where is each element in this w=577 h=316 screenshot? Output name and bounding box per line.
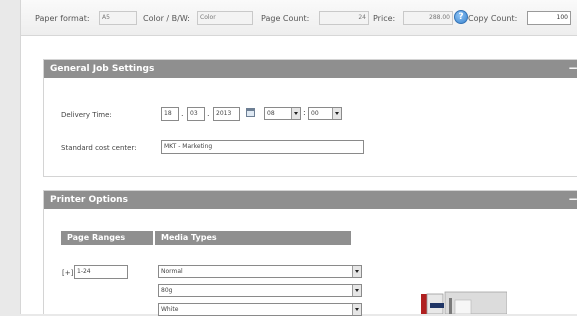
general-job-settings-panel: General Job Settings − Delivery Time: 18… [43, 59, 577, 177]
delivery-day-input[interactable]: 18 [161, 107, 179, 121]
page-range-input[interactable]: 1-24 [74, 265, 128, 279]
price-field: 288.00 [403, 11, 453, 25]
copy-count-input[interactable]: 100 [527, 11, 571, 25]
collapse-icon[interactable]: − [568, 60, 577, 78]
cost-center-label: Standard cost center: [61, 144, 137, 152]
chevron-down-icon [291, 108, 300, 119]
delivery-time-label: Delivery Time: [61, 111, 112, 119]
calendar-icon[interactable] [246, 108, 255, 117]
media-types-header: Media Types [155, 231, 351, 245]
delivery-minute-value: 00 [311, 110, 319, 117]
media-color-select[interactable]: White [158, 303, 362, 316]
price-label: Price: [373, 14, 396, 23]
color-bw-label: Color / B/W: [143, 14, 190, 23]
color-bw-field: Color [197, 11, 253, 25]
media-type-value: Normal [161, 268, 183, 275]
media-weight-value: 80g [161, 287, 173, 294]
expand-range-toggle[interactable]: [+] [62, 269, 73, 277]
panel-title: General Job Settings [50, 64, 155, 74]
paper-format-label: Paper format: [35, 14, 90, 23]
panel-title: Printer Options [50, 195, 128, 205]
page-ranges-header: Page Ranges [61, 231, 153, 245]
summary-toolbar: Paper format: A5 Color / B/W: Color Page… [21, 0, 577, 36]
delivery-month-input[interactable]: 03 [187, 107, 205, 121]
delivery-hour-value: 08 [267, 110, 275, 117]
media-weight-select[interactable]: 80g [158, 284, 362, 297]
delivery-year-input[interactable]: 2013 [213, 107, 240, 121]
delivery-minute-select[interactable]: 00 [308, 107, 342, 120]
help-icon[interactable]: ? [454, 10, 468, 24]
chevron-down-icon [352, 285, 361, 296]
page-count-label: Page Count: [261, 14, 310, 23]
panel-header[interactable]: General Job Settings − [44, 60, 577, 78]
panel-header[interactable]: Printer Options − [44, 191, 577, 209]
printer-icon [421, 291, 507, 314]
date-separator: . [181, 109, 184, 118]
chevron-down-icon [332, 108, 341, 119]
time-separator: : [303, 108, 306, 117]
media-color-value: White [161, 306, 179, 313]
media-type-select[interactable]: Normal [158, 265, 362, 278]
chevron-down-icon [352, 304, 361, 315]
page: Paper format: A5 Color / B/W: Color Page… [20, 0, 577, 316]
cost-center-input[interactable]: MKT - Marketing [161, 140, 364, 154]
chevron-down-icon [352, 266, 361, 277]
paper-format-field: A5 [99, 11, 137, 25]
date-separator: . [207, 109, 210, 118]
delivery-hour-select[interactable]: 08 [264, 107, 301, 120]
collapse-icon[interactable]: − [568, 191, 577, 209]
copy-count-label: Copy Count: [468, 14, 518, 23]
page-count-field: 24 [319, 11, 369, 25]
